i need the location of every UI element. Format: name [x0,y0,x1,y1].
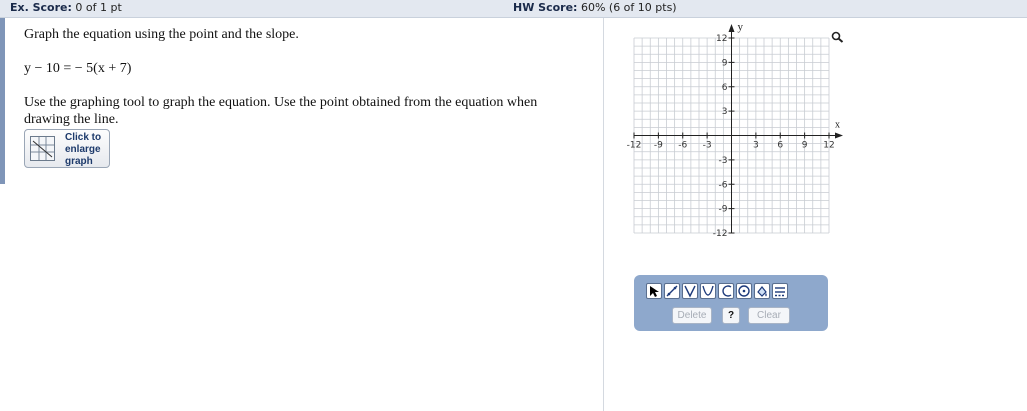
pointer-tool-icon[interactable] [646,283,662,299]
y-tick-label: -3 [719,156,728,166]
score-bar: Ex. Score: 0 of 1 pt HW Score: 60% (6 of… [0,0,1027,18]
open-curve-tool-icon[interactable] [718,283,734,299]
zoom-icon[interactable] [831,28,844,43]
help-button[interactable]: ? [722,307,740,324]
inequality-tool-icon[interactable] [772,283,788,299]
circle-tool-icon[interactable] [736,283,752,299]
enlarge-button-text: Click to enlarge graph [65,132,101,168]
x-tick-label: -9 [654,141,663,151]
graph-area[interactable]: x y -12 -9 -6 -3 3 6 9 12 12 9 6 3 -3 -6 -9 -12 [610,20,845,254]
exercise-score: Ex. Score: 0 of 1 pt [10,0,122,15]
absolute-value-tool-icon[interactable] [682,283,698,299]
x-tick-label: 6 [777,141,783,151]
exercise-score-value: 0 of 1 pt [75,1,122,14]
clear-button[interactable]: Clear [748,307,790,324]
enlarge-text-line1: Click to [65,132,102,143]
x-tick-label: 3 [753,141,759,151]
homework-score: HW Score: 60% (6 of 10 pts) [513,0,677,15]
exercise-score-label: Ex. Score: [10,1,72,14]
x-tick-label: 9 [802,141,808,151]
y-tick-label: 12 [716,34,727,44]
x-axis-arrow [835,132,843,139]
left-edge-bar [0,18,5,184]
fill-tool-icon[interactable] [754,283,770,299]
y-tick-label: -9 [719,205,728,215]
x-tick-label: -12 [627,141,642,151]
axes [633,24,843,234]
x-tick-label: -3 [703,141,712,151]
enlarge-text-line2: enlarge [65,144,101,155]
line-tool-icon[interactable] [664,283,680,299]
graphing-toolbar: Delete ? Clear [634,275,828,331]
y-tick-label: -12 [713,229,728,239]
panel-divider [603,18,604,411]
homework-score-value: 60% (6 of 10 pts) [580,1,677,14]
y-tick-label: 9 [722,58,728,68]
delete-button[interactable]: Delete [672,307,712,324]
enlarge-text-line3: graph [65,156,93,167]
x-tick-label: 12 [823,141,834,151]
graph-thumbnail-icon [30,136,55,161]
x-axis-label: x [835,120,840,131]
y-tick-label: 6 [722,83,728,93]
y-axis-label: y [738,21,744,33]
tool-instruction-line1: Use the graphing tool to graph the equat… [24,95,538,110]
y-axis-arrow [728,24,735,32]
y-tick-label: -6 [719,180,728,190]
homework-score-label: HW Score: [513,1,578,14]
tool-instruction-line2: drawing the line. [24,112,119,127]
y-tick-label: 3 [722,107,728,117]
parabola-tool-icon[interactable] [700,283,716,299]
x-tick-label: -6 [678,141,687,151]
enlarge-graph-button[interactable]: Click to enlarge graph [24,129,110,168]
equation: y − 10 = − 5(x + 7) [24,61,132,76]
coordinate-grid[interactable]: x y -12 -9 -6 -3 3 6 9 12 12 9 6 3 -3 -6 -9 -12 [610,20,845,250]
question-instruction: Graph the equation using the point and t… [24,27,299,42]
